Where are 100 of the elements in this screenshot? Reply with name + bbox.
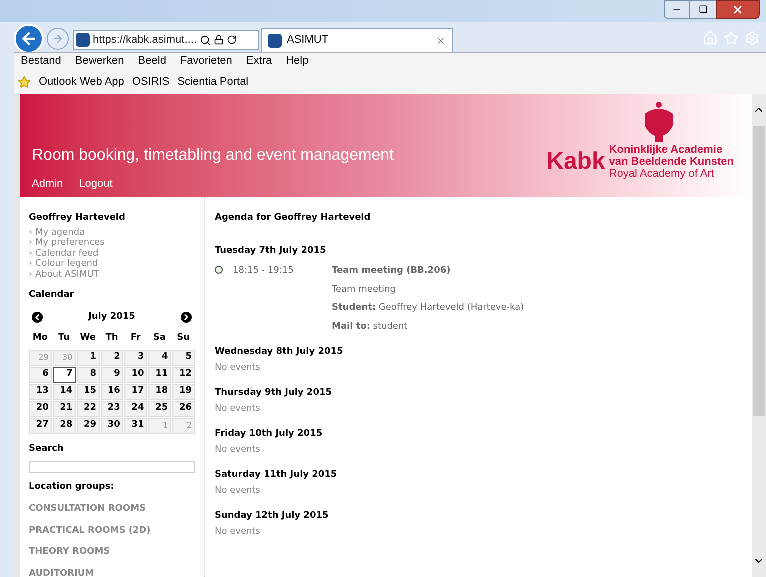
calendar-day[interactable]: 17 bbox=[124, 384, 148, 400]
calendar-day[interactable]: 19 bbox=[172, 384, 195, 400]
close-icon bbox=[732, 4, 744, 16]
location-group-link[interactable]: PRACTICAL ROOMS (2D) bbox=[29, 524, 195, 538]
day-heading: Wednesday 8th July 2015 bbox=[215, 346, 344, 359]
month-title: July 2015 bbox=[88, 310, 136, 324]
calendar-day[interactable]: 14 bbox=[52, 384, 76, 400]
agenda-title: Agenda for Geoffrey Harteveld bbox=[215, 212, 372, 225]
calendar-day[interactable]: 30 bbox=[100, 418, 124, 434]
chevron-right-icon bbox=[182, 312, 191, 322]
location-group-link[interactable]: AUDITORIUM bbox=[29, 568, 195, 577]
location-group-link[interactable]: CONSULTATION ROOMS bbox=[29, 503, 195, 516]
calendar-day[interactable]: 1 bbox=[76, 350, 100, 366]
forward-arrow-icon bbox=[52, 33, 64, 45]
calendar-day[interactable]: 6 bbox=[29, 367, 52, 383]
calendar-day[interactable]: 4 bbox=[148, 350, 172, 366]
weekday-label: Th bbox=[104, 332, 120, 345]
calendar-heading: Calendar bbox=[29, 289, 76, 302]
event-status-icon bbox=[215, 266, 223, 274]
calendar-day[interactable]: 16 bbox=[100, 384, 124, 400]
previous-month-button[interactable] bbox=[32, 312, 43, 323]
favorite-link[interactable]: Outlook Web App bbox=[39, 74, 124, 90]
favorites-star-icon bbox=[18, 76, 31, 88]
calendar-day[interactable]: 25 bbox=[148, 401, 172, 417]
sidebar-link[interactable]: › My agenda bbox=[29, 228, 195, 238]
calendar-day[interactable]: 15 bbox=[76, 384, 100, 400]
address-field[interactable]: https://kabk.asimut.... bbox=[73, 30, 259, 50]
calendar-day[interactable]: 13 bbox=[29, 384, 52, 400]
home-icon bbox=[703, 31, 718, 46]
close-button[interactable] bbox=[716, 0, 760, 19]
settings-icon bbox=[745, 31, 760, 46]
calendar-day[interactable]: 12 bbox=[172, 367, 195, 383]
day-heading: Thursday 9th July 2015 bbox=[215, 387, 333, 400]
header-link[interactable]: Logout bbox=[79, 176, 113, 192]
calendar-day[interactable]: 8 bbox=[76, 367, 100, 383]
menu-item[interactable]: Extra bbox=[246, 53, 272, 70]
event-time: 18:15 - 19:15 bbox=[233, 265, 295, 278]
search-heading: Search bbox=[29, 443, 65, 456]
search-field[interactable] bbox=[29, 460, 195, 472]
refresh-icon bbox=[226, 35, 237, 45]
browser-tab[interactable]: ASIMUT bbox=[261, 28, 453, 52]
sidebar-link[interactable]: › Calendar feed bbox=[29, 248, 195, 259]
address-text: https://kabk.asimut.... bbox=[93, 32, 197, 48]
weekday-label: Mo bbox=[32, 332, 49, 345]
event-title: Team meeting (BB.206) bbox=[332, 265, 452, 278]
maximize-icon bbox=[698, 5, 708, 14]
calendar-day[interactable]: 26 bbox=[172, 401, 195, 417]
calendar-day[interactable]: 22 bbox=[76, 401, 100, 417]
star-icon bbox=[724, 31, 739, 46]
day-heading: Friday 10th July 2015 bbox=[215, 428, 324, 441]
menu-item[interactable]: Help bbox=[286, 53, 309, 70]
favorite-link[interactable]: OSIRIS bbox=[132, 74, 170, 90]
calendar-day[interactable]: 9 bbox=[100, 367, 124, 383]
weekday-label: Sa bbox=[152, 332, 167, 345]
weekday-label: We bbox=[79, 332, 97, 345]
user-name: Geoffrey Harteveld bbox=[29, 212, 126, 225]
sidebar-link[interactable]: › My preferences bbox=[29, 238, 195, 248]
menu-item[interactable]: Favorieten bbox=[180, 53, 232, 70]
no-events-text: No events bbox=[215, 402, 262, 416]
tab-title: ASIMUT bbox=[287, 33, 330, 48]
day-heading: Saturday 11th July 2015 bbox=[215, 469, 338, 482]
calendar-day[interactable]: 2 bbox=[100, 350, 124, 366]
menu-item[interactable]: Bestand bbox=[21, 53, 62, 70]
day-heading: Tuesday 7th July 2015 bbox=[215, 244, 328, 258]
chevron-left-icon bbox=[33, 312, 42, 322]
search-icon bbox=[200, 34, 211, 46]
logo-text: Royal Academy of Art bbox=[609, 168, 716, 180]
maximize-button[interactable] bbox=[690, 0, 716, 19]
calendar-day[interactable]: 28 bbox=[52, 418, 76, 434]
back-button[interactable] bbox=[14, 24, 44, 54]
calendar-day[interactable]: 11 bbox=[148, 367, 172, 383]
logo-text: van Beeldende Kunsten bbox=[609, 156, 734, 168]
calendar-day[interactable]: 3 bbox=[124, 350, 148, 366]
menu-item[interactable]: Bewerken bbox=[75, 53, 124, 70]
location-group-link[interactable]: THEORY ROOMS bbox=[29, 546, 195, 560]
sidebar-link[interactable]: › About ASIMUT bbox=[29, 270, 195, 280]
calendar-day[interactable]: 7 bbox=[52, 367, 76, 383]
logo-wordmark: Kabk bbox=[546, 150, 606, 174]
calendar-day[interactable]: 21 bbox=[52, 401, 76, 417]
no-events-text: No events bbox=[215, 484, 262, 498]
calendar-day[interactable]: 24 bbox=[124, 401, 148, 417]
calendar-day[interactable]: 10 bbox=[124, 367, 148, 383]
calendar-day[interactable]: 5 bbox=[172, 350, 195, 366]
lock-icon bbox=[214, 35, 224, 45]
calendar-day[interactable]: 20 bbox=[29, 401, 52, 417]
calendar-day[interactable]: 23 bbox=[100, 401, 124, 417]
header-link[interactable]: Admin bbox=[32, 176, 64, 192]
calendar-day[interactable]: 27 bbox=[29, 418, 52, 434]
day-heading: Sunday 12th July 2015 bbox=[215, 510, 330, 523]
menu-item[interactable]: Beeld bbox=[138, 53, 166, 70]
header-title: Room booking, timetabling and event management bbox=[32, 146, 395, 166]
event-description: Team meeting bbox=[332, 284, 397, 296]
calendar-day[interactable]: 31 bbox=[124, 418, 148, 434]
favorite-link[interactable]: Scientia Portal bbox=[178, 74, 249, 90]
weekday-label: Su bbox=[176, 332, 192, 345]
sidebar-link[interactable]: › Colour legend bbox=[29, 259, 195, 270]
next-month-button[interactable] bbox=[180, 312, 192, 323]
calendar-day[interactable]: 18 bbox=[148, 384, 172, 400]
calendar-day[interactable]: 29 bbox=[76, 418, 100, 434]
no-events-text: No events bbox=[215, 362, 262, 374]
